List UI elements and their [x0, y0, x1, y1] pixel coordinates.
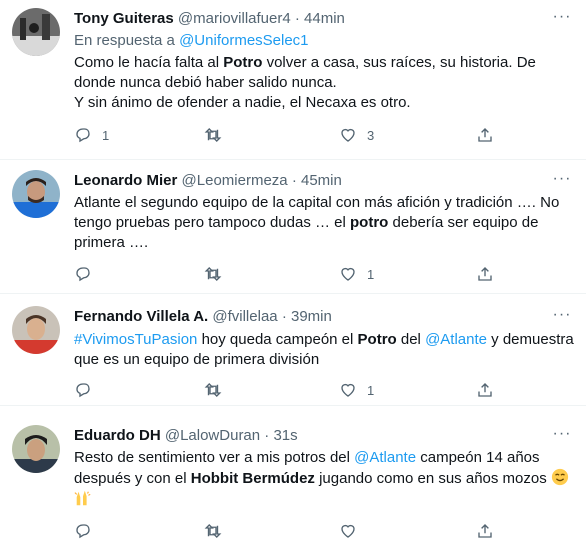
tweet-text: Resto de sentimiento ver a mis potros de…: [74, 448, 574, 510]
author-handle[interactable]: @LalowDuran: [165, 427, 260, 444]
reply-icon: [76, 524, 90, 539]
retweet-icon: [204, 128, 222, 142]
avatar[interactable]: [12, 306, 60, 354]
retweet-button[interactable]: [204, 118, 232, 152]
heart-icon: [341, 524, 355, 538]
tweet-text-segment: del: [396, 331, 426, 348]
author-handle[interactable]: @mariovillafuer4: [178, 10, 291, 27]
tweet-text: Como le hacía falta al Potro volver a ca…: [74, 53, 574, 113]
mention-link[interactable]: @Atlante: [425, 331, 487, 348]
retweet-button[interactable]: [204, 373, 232, 407]
retweet-button[interactable]: [204, 514, 232, 548]
tweet-text-segment: Como le hacía falta al: [74, 54, 224, 71]
share-icon: [478, 524, 492, 538]
tweet[interactable]: Tony Guiteras @mariovillafuer4 · 44min ·…: [0, 0, 586, 160]
separator-dot: ·: [294, 10, 300, 27]
like-count: 3: [367, 127, 375, 143]
more-options-icon[interactable]: ···: [552, 307, 572, 328]
raised-hands-emoji-icon: [74, 490, 92, 508]
highlighted-term: Potro: [223, 54, 263, 71]
reply-button[interactable]: [74, 514, 102, 548]
reply-button[interactable]: 1: [74, 118, 109, 152]
reply-button[interactable]: [74, 373, 102, 407]
tweet-header: Leonardo Mier @Leomiermeza · 45min: [74, 171, 342, 191]
tweet[interactable]: Fernando Villela A. @fvillelaa · 39min ·…: [0, 294, 586, 406]
reply-icon: [76, 267, 90, 282]
tweet[interactable]: Leonardo Mier @Leomiermeza · 45min ··· A…: [0, 160, 586, 294]
tweet[interactable]: Eduardo DH @LalowDuran · 31s ··· Resto d…: [0, 406, 586, 550]
timestamp[interactable]: 44min: [304, 10, 345, 27]
heart-icon: [341, 383, 355, 397]
share-button[interactable]: [476, 373, 494, 407]
heart-icon: [341, 128, 355, 142]
like-count: 1: [367, 266, 375, 282]
more-options-icon[interactable]: ···: [552, 9, 572, 30]
retweet-icon: [204, 524, 222, 538]
like-count: 1: [367, 382, 375, 398]
separator-dot: ·: [281, 308, 287, 325]
share-button[interactable]: [476, 257, 494, 291]
tweet-actions: 1: [62, 373, 542, 407]
tweet-header: Fernando Villela A. @fvillelaa · 39min: [74, 307, 332, 327]
avatar[interactable]: [12, 170, 60, 218]
timestamp[interactable]: 31s: [273, 427, 297, 444]
share-button[interactable]: [476, 514, 494, 548]
reply-count: 1: [102, 127, 110, 143]
like-button[interactable]: 1: [339, 257, 374, 291]
smiling-face-emoji-icon: [551, 468, 569, 487]
author-name[interactable]: Eduardo DH: [74, 427, 161, 444]
share-icon: [478, 383, 492, 397]
reply-button[interactable]: [74, 257, 102, 291]
reply-icon: [76, 128, 90, 143]
reply-prefix: En respuesta a: [74, 32, 180, 49]
author-name[interactable]: Tony Guiteras: [74, 10, 174, 27]
tweet-header: Tony Guiteras @mariovillafuer4 · 44min: [74, 9, 345, 29]
avatar[interactable]: [12, 425, 60, 473]
reply-to-handle[interactable]: @UniformesSelec1: [179, 32, 308, 49]
like-button[interactable]: 3: [339, 118, 374, 152]
retweet-button[interactable]: [204, 257, 232, 291]
hashtag-link[interactable]: #VivimosTuPasion: [74, 331, 197, 348]
tweet-text-segment: Resto de sentimiento ver a mis potros de…: [74, 449, 355, 466]
tweet-actions: 1 3: [62, 118, 542, 152]
tweet-actions: [62, 514, 542, 548]
tweet-text-segment: hoy queda campeón el: [197, 331, 358, 348]
reply-context: En respuesta a @UniformesSelec1: [74, 31, 309, 51]
more-options-icon[interactable]: ···: [552, 426, 572, 447]
share-icon: [478, 267, 492, 281]
reply-icon: [76, 383, 90, 398]
tweet-text-segment: Y sin ánimo de ofender a nadie, el Necax…: [74, 94, 411, 111]
separator-dot: ·: [291, 172, 297, 189]
tweet-text: Atlante el segundo equipo de la capital …: [74, 193, 574, 253]
tweet-text-segment: jugando como en sus años mozos: [314, 470, 551, 487]
author-handle[interactable]: @fvillelaa: [212, 308, 277, 325]
author-name[interactable]: Fernando Villela A.: [74, 308, 208, 325]
avatar[interactable]: [12, 8, 60, 56]
mention-link[interactable]: @Atlante: [354, 449, 416, 466]
like-button[interactable]: 1: [339, 373, 374, 407]
retweet-icon: [204, 383, 222, 397]
heart-icon: [341, 267, 355, 281]
share-icon: [478, 128, 492, 142]
more-options-icon[interactable]: ···: [552, 171, 572, 192]
retweet-icon: [204, 267, 222, 281]
highlighted-term: Hobbit Bermúdez: [190, 470, 315, 487]
tweet-text: #VivimosTuPasion hoy queda campeón el Po…: [74, 330, 574, 370]
author-handle[interactable]: @Leomiermeza: [182, 172, 288, 189]
timestamp[interactable]: 45min: [301, 172, 342, 189]
highlighted-term: Potro: [357, 331, 397, 348]
timestamp[interactable]: 39min: [291, 308, 332, 325]
separator-dot: ·: [264, 427, 270, 444]
author-name[interactable]: Leonardo Mier: [74, 172, 177, 189]
like-button[interactable]: [339, 514, 367, 548]
tweet-actions: 1: [62, 257, 542, 291]
highlighted-term: potro: [350, 214, 389, 231]
share-button[interactable]: [476, 118, 494, 152]
tweet-header: Eduardo DH @LalowDuran · 31s: [74, 426, 298, 446]
